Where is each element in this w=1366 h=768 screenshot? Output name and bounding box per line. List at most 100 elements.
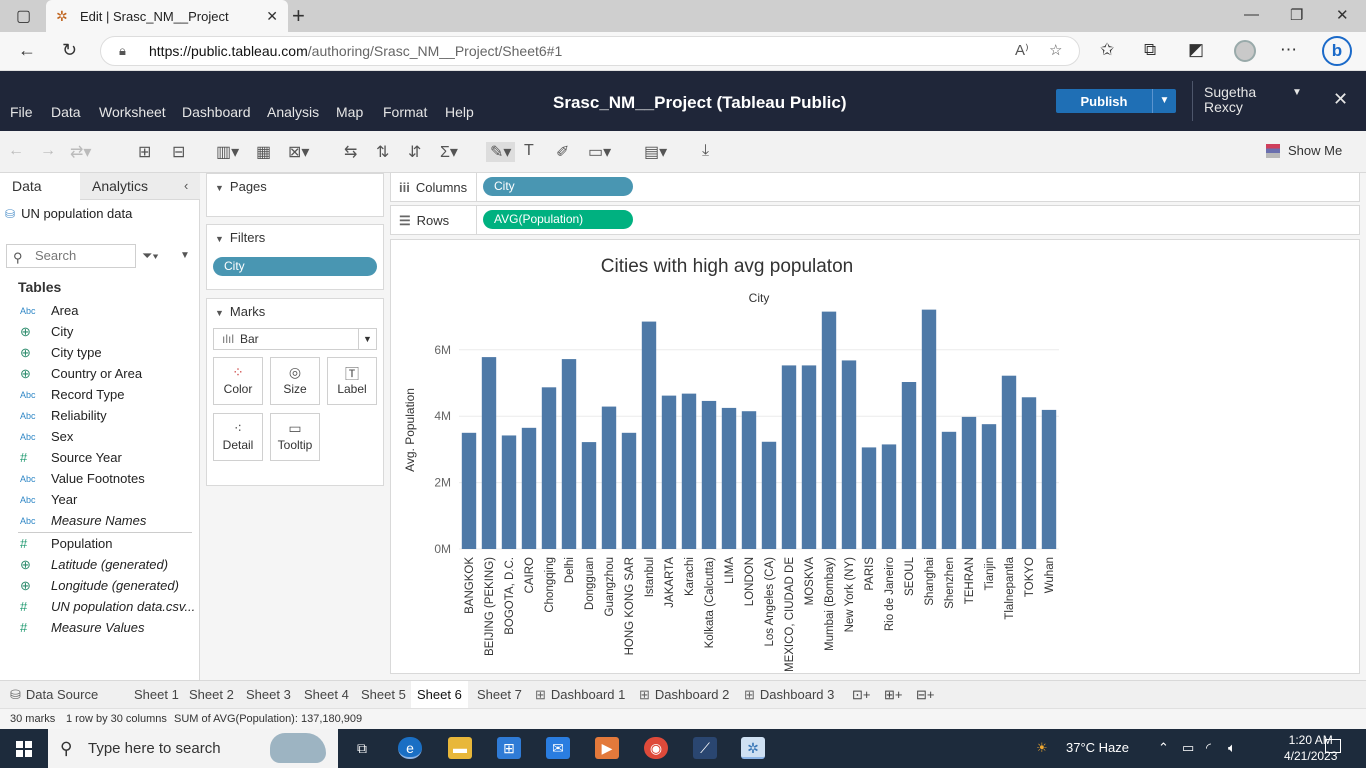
rows-shelf[interactable]: ☰ Rows AVG(Population) — [390, 205, 1360, 235]
presentation-icon[interactable]: ▤▾ — [644, 142, 667, 162]
menu-format[interactable]: Format — [383, 104, 427, 120]
new-dashboard-tab-icon[interactable]: ⊞+ — [878, 681, 908, 708]
media-player-icon[interactable]: ▶ — [595, 737, 619, 759]
highlight-icon[interactable]: ✎▾ — [486, 142, 516, 162]
lock-icon[interactable]: 🔒︎ — [119, 43, 126, 59]
user-dropdown-icon[interactable]: ▼ — [1292, 87, 1302, 98]
field-reliability[interactable]: Abc Reliability — [0, 405, 200, 426]
columns-shelf[interactable]: iii Columns City — [390, 172, 1360, 202]
field-measure-values[interactable]: # Measure Values — [0, 617, 200, 638]
restore-icon[interactable]: ❐ — [1290, 6, 1303, 24]
undo-icon[interactable]: ← — [8, 142, 24, 160]
filters-card[interactable]: ▼ Filters City — [206, 224, 384, 290]
format-workbook-icon[interactable]: ✐ — [556, 142, 569, 162]
field-measure-names[interactable]: Abc Measure Names — [0, 510, 200, 531]
browser-essentials-icon[interactable]: ◩ — [1188, 40, 1204, 60]
show-hidden-icons-icon[interactable]: ⌃ — [1158, 740, 1169, 756]
windows-start-icon[interactable] — [16, 741, 32, 757]
menu-data[interactable]: Data — [51, 104, 81, 120]
clear-sheet-icon[interactable]: ⊠▾ — [288, 142, 309, 162]
back-icon[interactable]: ← — [18, 40, 36, 61]
field-search-input[interactable]: ⚲ Search — [6, 244, 136, 268]
taskbar-search-input[interactable]: ⚲ Type here to search — [48, 729, 338, 768]
favorites-icon[interactable]: ✩ — [1100, 40, 1114, 60]
tab-sheet-5[interactable]: Sheet 5 — [355, 681, 412, 708]
pane-menu-icon[interactable]: ▼ — [180, 250, 190, 261]
menu-worksheet[interactable]: Worksheet — [99, 104, 166, 120]
menu-analysis[interactable]: Analysis — [267, 104, 319, 120]
publish-button[interactable]: Publish ▼ — [1056, 89, 1176, 113]
battery-icon[interactable]: ▭ — [1182, 740, 1194, 756]
minimize-icon[interactable]: — — [1244, 6, 1259, 23]
task-view-icon[interactable]: ⧉ — [350, 737, 374, 759]
field-latitude-generated[interactable]: ⊕ Latitude (generated) — [0, 554, 200, 575]
replay-icon[interactable]: ⇄▾ — [70, 142, 91, 162]
more-menu-icon[interactable]: ⋯ — [1280, 40, 1297, 60]
filter-fields-icon[interactable]: ⏷▾ — [142, 248, 159, 264]
tab-actions-icon[interactable]: ▢ — [16, 6, 31, 26]
notifications-icon[interactable] — [1325, 739, 1341, 753]
tab-data-source[interactable]: ⛁ Data Source — [4, 681, 104, 708]
pause-updates-icon[interactable]: ⊟ — [172, 142, 185, 162]
field-country-or-area[interactable]: ⊕ Country or Area — [0, 363, 200, 384]
show-labels-icon[interactable]: T — [524, 142, 534, 160]
swap-rows-columns-icon[interactable]: ⇆ — [344, 142, 357, 162]
field-sex[interactable]: Abc Sex — [0, 426, 200, 447]
tab-sheet-3[interactable]: Sheet 3 — [240, 681, 297, 708]
redo-icon[interactable]: → — [40, 142, 56, 160]
field-longitude-generated[interactable]: ⊕ Longitude (generated) — [0, 575, 200, 596]
new-tab-icon[interactable]: + — [292, 3, 305, 29]
menu-help[interactable]: Help — [445, 104, 474, 120]
profile-avatar[interactable] — [1234, 40, 1256, 62]
weather-text[interactable]: 37°C Haze — [1066, 740, 1129, 755]
tab-dashboard-2[interactable]: ⊞ Dashboard 2 — [633, 681, 735, 708]
chrome-icon[interactable]: ◉ — [644, 737, 668, 759]
new-worksheet-tab-icon[interactable]: ⊡+ — [846, 681, 876, 708]
read-aloud-icon[interactable]: A⁾ — [1015, 41, 1029, 59]
tab-analytics[interactable]: Analytics — [80, 173, 200, 200]
field-population[interactable]: # Population — [0, 533, 200, 554]
file-explorer-icon[interactable]: ▬ — [448, 737, 472, 759]
field-un-population-data-csv[interactable]: # UN population data.csv... — [0, 596, 200, 617]
bing-icon[interactable]: b — [1322, 36, 1352, 66]
collapse-pane-icon[interactable]: ‹ — [184, 178, 188, 193]
sort-ascending-icon[interactable]: ⇅ — [376, 142, 389, 162]
tab-sheet-6[interactable]: Sheet 6 — [411, 681, 468, 708]
store-icon[interactable]: ⊞ — [497, 737, 521, 759]
field-record-type[interactable]: Abc Record Type — [0, 384, 200, 405]
rows-pill-avg-population[interactable]: AVG(Population) — [483, 210, 633, 229]
pages-card[interactable]: ▼ Pages — [206, 173, 384, 217]
filter-pill-city[interactable]: City — [213, 257, 377, 276]
close-editor-icon[interactable]: ✕ — [1333, 89, 1348, 110]
close-tab-icon[interactable]: ✕ — [266, 8, 278, 25]
totals-icon[interactable]: Σ▾ — [440, 142, 458, 162]
new-story-tab-icon[interactable]: ⊟+ — [910, 681, 940, 708]
tab-dashboard-3[interactable]: ⊞ Dashboard 3 — [738, 681, 840, 708]
url-field[interactable]: 🔒︎ https://public.tableau.com/authoring/… — [100, 36, 1080, 66]
menu-dashboard[interactable]: Dashboard — [182, 104, 251, 120]
add-favorite-icon[interactable]: ☆ — [1049, 41, 1062, 59]
duplicate-sheet-icon[interactable]: ▦ — [256, 142, 271, 162]
tab-dashboard-1[interactable]: ⊞ Dashboard 1 — [529, 681, 631, 708]
field-area[interactable]: Abc Area — [0, 300, 200, 321]
field-source-year[interactable]: # Source Year — [0, 447, 200, 468]
field-year[interactable]: Abc Year — [0, 489, 200, 510]
new-worksheet-icon[interactable]: ▥▾ — [216, 142, 239, 162]
field-value-footnotes[interactable]: Abc Value Footnotes — [0, 468, 200, 489]
tab-sheet-2[interactable]: Sheet 2 — [183, 681, 240, 708]
weather-icon[interactable]: ☀ — [1036, 740, 1048, 756]
fit-icon[interactable]: ▭▾ — [588, 142, 611, 162]
tab-data[interactable]: Data — [0, 173, 80, 200]
color-button[interactable]: ⁘ Color — [213, 357, 263, 405]
tab-sheet-1[interactable]: Sheet 1 — [128, 681, 185, 708]
columns-pill-city[interactable]: City — [483, 177, 633, 196]
datasource-item[interactable]: ⛁ UN population data — [5, 206, 132, 221]
new-datasource-icon[interactable]: ⊞ — [138, 142, 151, 162]
size-button[interactable]: ◎ Size — [270, 357, 320, 405]
edge-icon[interactable]: e — [398, 737, 422, 759]
menu-map[interactable]: Map — [336, 104, 363, 120]
tab-sheet-4[interactable]: Sheet 4 — [298, 681, 355, 708]
field-city-type[interactable]: ⊕ City type — [0, 342, 200, 363]
mail-icon[interactable]: ✉ — [546, 737, 570, 759]
window-close-icon[interactable]: ✕ — [1336, 6, 1349, 24]
